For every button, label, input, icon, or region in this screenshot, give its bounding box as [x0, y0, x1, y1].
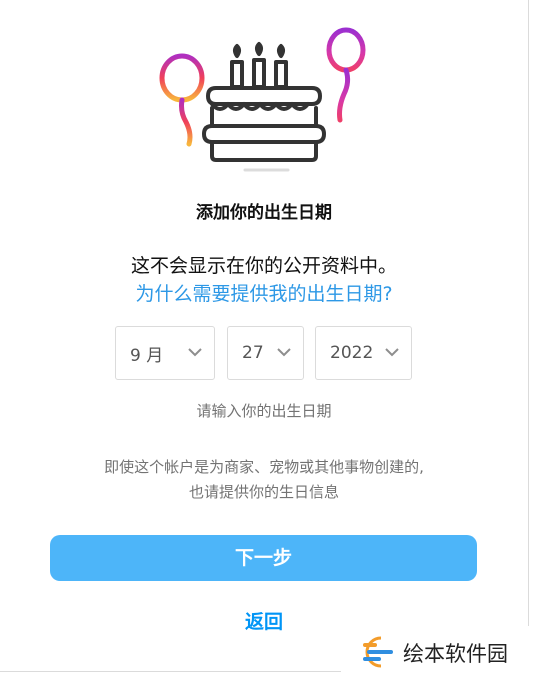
- year-select[interactable]: 2022: [315, 326, 412, 380]
- month-value: 9 月: [130, 345, 164, 366]
- account-note-line2: 也请提供你的生日信息: [188, 483, 339, 501]
- balloon-right-icon: [326, 27, 366, 123]
- page-title: 添加你的出生日期: [196, 203, 332, 223]
- why-birthday-link[interactable]: 为什么需要提供我的出生日期?: [0, 279, 528, 306]
- cake-icon: [202, 86, 326, 162]
- watermark: 绘本软件园: [341, 626, 539, 678]
- month-select[interactable]: 9 月: [115, 326, 215, 380]
- privacy-description: 这不会显示在你的公开资料中。: [130, 255, 397, 277]
- chevron-down-icon: [385, 348, 399, 357]
- next-button[interactable]: 下一步: [50, 535, 477, 581]
- site-logo-icon: [363, 636, 393, 668]
- account-note-line1: 即使这个帐户是为商家、宠物或其他事物创建的,: [104, 458, 424, 476]
- day-value: 27: [242, 343, 264, 363]
- birthday-cake-illustration: [159, 27, 366, 172]
- year-value: 2022: [330, 343, 374, 363]
- watermark-text: 绘本软件园: [403, 642, 508, 666]
- chevron-down-icon: [277, 348, 291, 357]
- chevron-down-icon: [188, 348, 202, 357]
- account-note: 即使这个帐户是为商家、宠物或其他事物创建的, 也请提供你的生日信息: [0, 455, 528, 505]
- panel-right-border: [528, 0, 529, 678]
- birthday-hint: 请输入你的出生日期: [196, 402, 332, 420]
- day-select[interactable]: 27: [227, 326, 304, 380]
- candles-icon: [230, 42, 288, 89]
- balloon-left-icon: [159, 53, 205, 147]
